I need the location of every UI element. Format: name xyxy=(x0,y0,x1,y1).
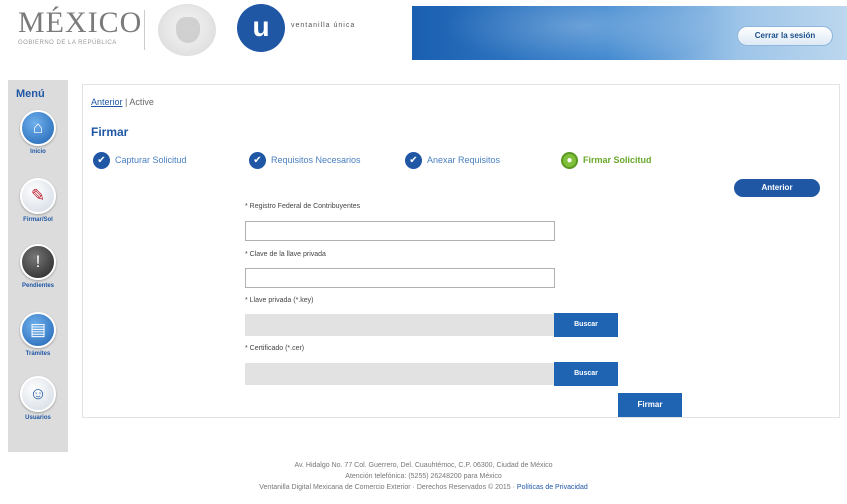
check-icon: ✔ xyxy=(405,151,422,169)
sidebar-item-label: Usuarios xyxy=(25,415,51,421)
sign-button[interactable]: Firmar xyxy=(618,393,682,417)
current-step-icon: ● xyxy=(561,151,578,169)
rfc-label: * Registro Federal de Contribuyentes xyxy=(245,203,361,210)
step-label: Firmar Solicitud xyxy=(583,155,652,165)
rfc-input[interactable] xyxy=(245,221,555,241)
sidebar-item-inicio[interactable]: ⌂ Inicio xyxy=(12,110,64,166)
header-banner: Cerrar la sesión xyxy=(412,6,847,60)
page-title: Firmar xyxy=(91,125,129,139)
mexico-logo: MÉXICO GOBIERNO DE LA REPÚBLICA xyxy=(18,6,143,47)
breadcrumb-current: Active xyxy=(129,97,154,107)
step-firmar[interactable]: ● Firmar Solicitud xyxy=(561,151,652,169)
footer-address: Av. Hidalgo No. 77 Col. Guerrero, Del. C… xyxy=(294,462,553,469)
logout-button[interactable]: Cerrar la sesión xyxy=(737,26,833,46)
document-icon: ▤ xyxy=(20,312,56,348)
national-seal-icon xyxy=(158,4,216,56)
sidebar-item-label: Firmar/Sol xyxy=(23,217,53,223)
step-anexar[interactable]: ✔ Anexar Requisitos xyxy=(405,151,500,169)
footer-phone: Atención telefónica: (5255) 26248200 par… xyxy=(345,473,502,480)
step-label: Capturar Solicitud xyxy=(115,155,187,165)
check-icon: ✔ xyxy=(249,151,266,169)
sidebar-item-pendientes[interactable]: ! Pendientes xyxy=(12,244,64,300)
ventanilla-unica-text: ventanilla única xyxy=(291,22,356,29)
step-capturar[interactable]: ✔ Capturar Solicitud xyxy=(93,151,187,169)
privacy-policy-link[interactable]: Políticas de Privacidad xyxy=(517,484,588,491)
users-icon: ☺ xyxy=(20,376,56,412)
main-panel: Anterior | Active Firmar ✔ Capturar Soli… xyxy=(82,84,840,418)
mexico-logo-word: MÉXICO xyxy=(18,6,143,39)
header: MÉXICO GOBIERNO DE LA REPÚBLICA u ventan… xyxy=(0,0,847,70)
sidebar-menu: Menú ⌂ Inicio ✎ Firmar/Sol ! Pendientes … xyxy=(8,80,68,452)
sidebar-item-usuarios[interactable]: ☺ Usuarios xyxy=(12,376,64,432)
private-key-password-input[interactable] xyxy=(245,268,555,288)
sidebar-item-label: Trámites xyxy=(25,351,51,357)
mexico-logo-subtitle: GOBIERNO DE LA REPÚBLICA xyxy=(18,40,117,46)
ventanilla-unica-logo-icon: u xyxy=(237,4,285,52)
tools-icon: ✎ xyxy=(20,178,56,214)
sidebar-item-label: Pendientes xyxy=(21,283,54,289)
breadcrumb: Anterior | Active xyxy=(91,97,154,107)
browse-key-button[interactable]: Buscar xyxy=(554,313,618,337)
browse-certificate-button[interactable]: Buscar xyxy=(554,362,618,386)
sidebar-item-firmar[interactable]: ✎ Firmar/Sol xyxy=(12,178,64,234)
alert-icon: ! xyxy=(20,244,56,280)
step-label: Anexar Requisitos xyxy=(427,155,501,165)
private-key-file-field[interactable] xyxy=(245,314,555,336)
logo-divider xyxy=(144,10,145,50)
footer-rights: Ventanilla Digital Mexicana de Comercio … xyxy=(0,482,847,493)
page: MÉXICO GOBIERNO DE LA REPÚBLICA u ventan… xyxy=(0,0,847,504)
back-button[interactable]: Anterior xyxy=(734,179,820,197)
private-key-label: * Llave privada (*.key) xyxy=(245,297,314,304)
footer: Av. Hidalgo No. 77 Col. Guerrero, Del. C… xyxy=(0,460,847,493)
sidebar-item-tramites[interactable]: ▤ Trámites xyxy=(12,312,64,368)
check-icon: ✔ xyxy=(93,151,110,169)
certificate-file-field[interactable] xyxy=(245,363,555,385)
footer-rights-text: Ventanilla Digital Mexicana de Comercio … xyxy=(259,484,517,491)
certificate-label: * Certificado (*.cer) xyxy=(245,345,305,352)
private-key-password-label: * Clave de la llave privada xyxy=(245,251,326,258)
step-label: Requisitos Necesarios xyxy=(271,155,361,165)
sidebar-title: Menú xyxy=(16,88,45,100)
sidebar-item-label: Inicio xyxy=(30,149,46,155)
breadcrumb-link[interactable]: Anterior xyxy=(91,97,123,107)
step-requisitos[interactable]: ✔ Requisitos Necesarios xyxy=(249,151,361,169)
home-icon: ⌂ xyxy=(20,110,56,146)
